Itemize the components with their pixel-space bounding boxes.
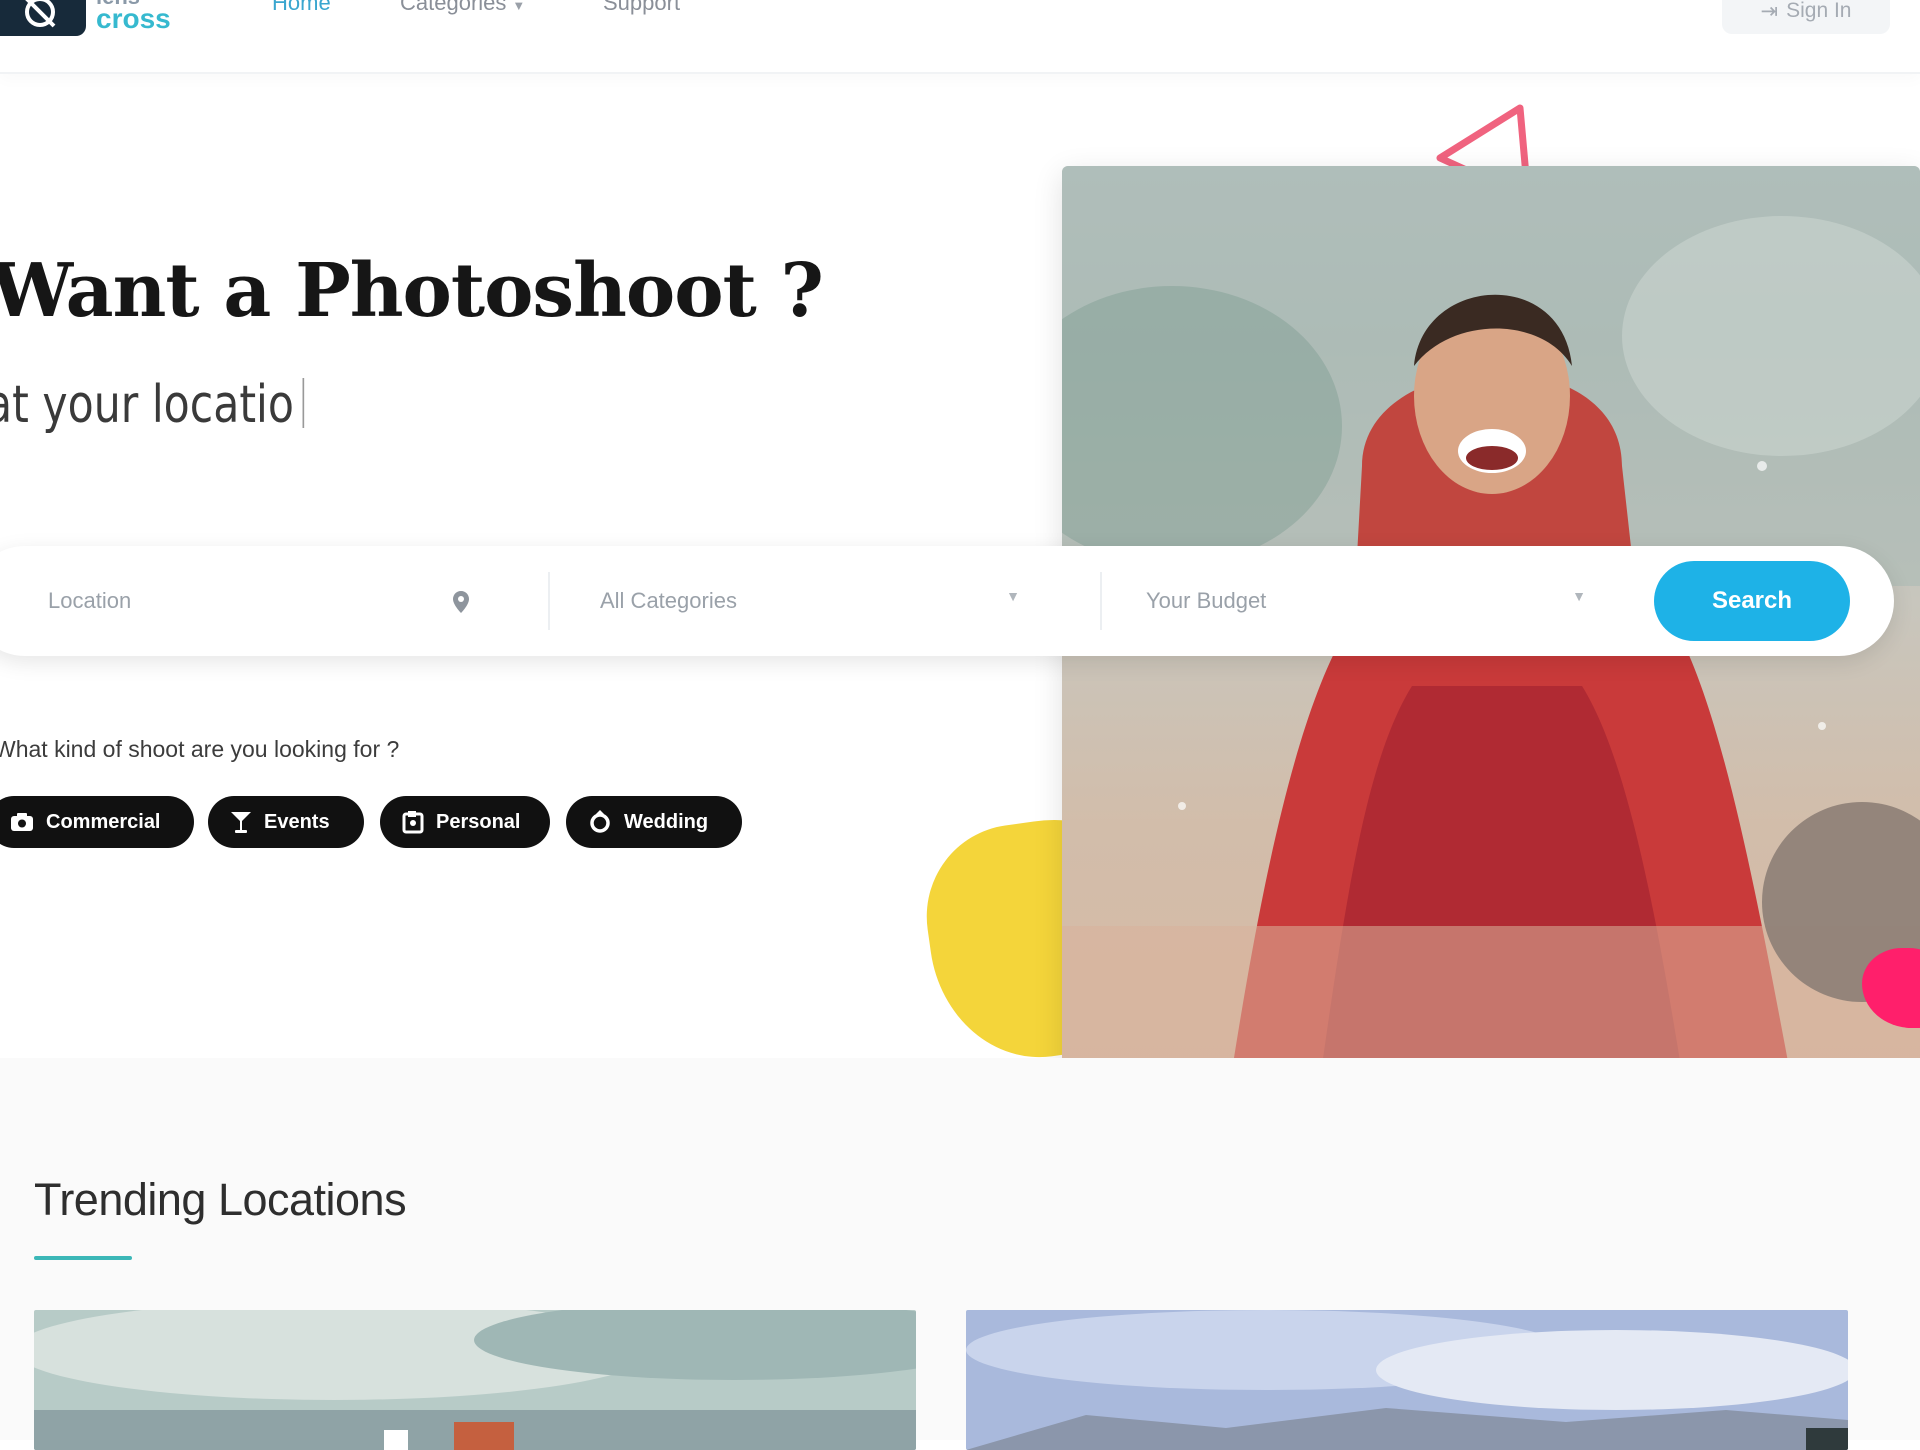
search-divider-2 xyxy=(1100,572,1102,630)
search-bar: Location All Categories ▼ Your Budget ▼ … xyxy=(0,546,1894,656)
chip-wedding[interactable]: Wedding xyxy=(566,796,742,848)
brand-word-line2: cross xyxy=(96,3,171,34)
chip-personal-label: Personal xyxy=(436,810,521,833)
location-input[interactable]: Location xyxy=(48,546,488,656)
ring-icon xyxy=(590,810,610,833)
cocktail-glass-icon xyxy=(231,812,251,833)
chevron-down-icon: ▼ xyxy=(512,0,526,13)
chip-wedding-label: Wedding xyxy=(624,810,709,833)
category-select-value: All Categories xyxy=(600,588,737,613)
chip-events[interactable]: Events xyxy=(208,796,364,848)
brand-logo-mark[interactable] xyxy=(0,0,86,36)
camera-icon xyxy=(11,813,33,831)
shoot-type-question: What kind of shoot are you looking for ? xyxy=(0,736,400,762)
nav-categories-link[interactable]: Categories ▼ xyxy=(400,0,525,16)
location-placeholder: Location xyxy=(48,588,132,613)
person-portrait-icon xyxy=(402,811,424,834)
hero-subtitle-text: at your locatio xyxy=(0,375,294,435)
budget-select-value: Your Budget xyxy=(1146,588,1267,613)
nav-support-link[interactable]: Support xyxy=(603,0,680,16)
camera-slash-icon xyxy=(25,0,56,28)
location-photo-2 xyxy=(966,1310,1848,1450)
chevron-down-icon: ▼ xyxy=(1006,588,1020,604)
brand-wordmark[interactable]: lens cross xyxy=(96,0,171,34)
trending-location-card-1[interactable] xyxy=(34,1310,916,1450)
trending-title: Trending Locations xyxy=(34,1174,407,1225)
chip-commercial[interactable]: Commercial xyxy=(0,796,194,848)
trending-title-underline xyxy=(34,1256,132,1260)
sign-in-button[interactable]: ⇥ Sign In xyxy=(1722,0,1890,34)
top-navbar: lens cross Home Categories ▼ Support ⇥ Si… xyxy=(0,0,1920,74)
chip-commercial-label: Commercial xyxy=(46,810,161,833)
search-button[interactable]: Search xyxy=(1654,561,1850,641)
hero-title: Want a Photoshoot ? xyxy=(0,248,824,334)
trending-location-card-2[interactable] xyxy=(966,1310,1848,1450)
chip-personal[interactable]: Personal xyxy=(380,796,550,848)
chevron-down-icon: ▼ xyxy=(1572,588,1586,604)
map-pin-icon xyxy=(453,591,469,613)
hero-subtitle-typewriter: at your locatio xyxy=(0,375,304,435)
category-select[interactable]: All Categories ▼ xyxy=(600,546,1020,656)
sign-in-icon: ⇥ xyxy=(1760,0,1779,23)
nav-home-link[interactable]: Home xyxy=(272,0,331,16)
nav-categories-label: Categories xyxy=(400,0,507,15)
typing-cursor xyxy=(302,378,304,428)
budget-select[interactable]: Your Budget ▼ xyxy=(1146,546,1586,656)
location-photo-1 xyxy=(34,1310,916,1450)
chip-events-label: Events xyxy=(264,810,330,833)
sign-in-label: Sign In xyxy=(1786,0,1852,22)
search-divider-1 xyxy=(548,572,550,630)
